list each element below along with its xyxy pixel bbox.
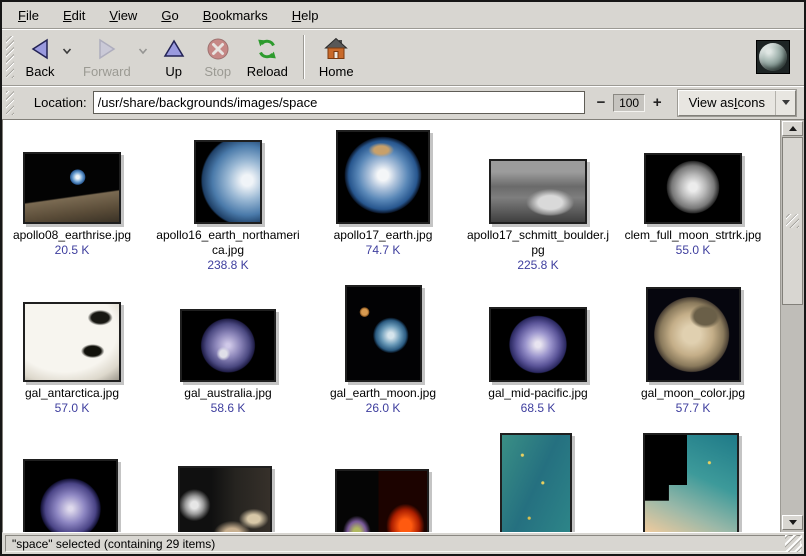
file-thumbnail [489,307,587,382]
menu-go[interactable]: Go [149,4,190,27]
stop-button[interactable]: Stop [196,33,240,82]
arrow-up-icon [789,126,797,131]
file-name: clem_full_moon_strtrk.jpg [625,228,762,243]
home-icon [324,36,348,62]
file-item-apollo08-earthrise[interactable]: apollo08_earthrise.jpg 20.5 K [3,124,149,258]
scroll-up-button[interactable] [782,121,803,136]
location-label: Location: [34,95,87,110]
scrollbar-thumb[interactable] [782,137,803,305]
toolbar: Back Forward Up [2,29,804,86]
file-thumbnail [23,302,121,382]
file-name: gal_earth_moon.jpg [330,386,436,401]
up-icon [162,36,186,62]
menu-bookmarks[interactable]: Bookmarks [191,4,280,27]
menu-file[interactable]: File [6,4,51,27]
file-thumbnail [194,140,262,224]
file-item-clem-full-moon[interactable]: clem_full_moon_strtrk.jpg 55.0 K [616,124,770,258]
location-bar: Location: − 100 + View as Icons [2,86,804,119]
back-history-dropdown[interactable] [62,47,72,55]
stop-icon [206,36,230,62]
back-button[interactable]: Back [18,33,62,82]
forward-button[interactable]: Forward [76,33,138,82]
toolbar-drag-handle[interactable] [6,36,14,78]
file-size: 26.0 K [366,401,401,416]
file-size: 57.7 K [676,401,711,416]
file-item-gal-australia[interactable]: gal_australia.jpg 58.6 K [151,280,305,416]
file-item-gal-antarctica[interactable]: gal_antarctica.jpg 57.0 K [3,280,149,416]
chevron-down-icon [782,100,790,105]
file-size: 68.5 K [521,401,556,416]
zoom-level-indicator: 100 [613,94,645,112]
back-icon [28,36,52,62]
file-name: gal_moon_color.jpg [641,386,745,401]
content-area: apollo08_earthrise.jpg 20.5 K apollo16_e… [2,119,804,533]
file-thumbnail [644,153,742,224]
file-size: 58.6 K [211,401,246,416]
menu-view[interactable]: View [97,4,149,27]
file-item-apollo17-earth[interactable]: apollo17_earth.jpg 74.7 K [306,124,460,258]
file-item-gal-mid-pacific[interactable]: gal_mid-pacific.jpg 68.5 K [461,280,615,416]
zoom-out-button[interactable]: − [593,94,610,111]
home-button[interactable]: Home [312,33,361,82]
zoom-in-button[interactable]: + [649,94,666,111]
file-thumbnail[interactable] [178,466,272,532]
forward-icon [95,36,119,62]
toolbar-separator [303,35,304,79]
scroll-down-button[interactable] [782,515,803,530]
reload-icon [255,36,279,62]
status-bar: "space" selected (containing 29 items) [2,533,804,554]
throbber [756,40,790,74]
file-size: 20.5 K [55,243,90,258]
menu-bar: File Edit View Go Bookmarks Help [2,2,804,29]
view-as-dropdown-arrow[interactable] [775,91,795,115]
file-thumbnail[interactable] [335,469,429,532]
file-size: 238.8 K [207,258,248,273]
arrow-down-icon [789,520,797,525]
file-item-gal-moon-color[interactable]: gal_moon_color.jpg 57.7 K [616,280,770,416]
file-thumbnail [345,285,422,382]
icon-view[interactable]: apollo08_earthrise.jpg 20.5 K apollo16_e… [3,120,780,532]
file-thumbnail[interactable] [23,459,118,532]
file-name: apollo17_earth.jpg [334,228,433,243]
forward-history-dropdown[interactable] [138,47,148,55]
file-size: 55.0 K [676,243,711,258]
file-size: 57.0 K [55,401,90,416]
file-size: 74.7 K [366,243,401,258]
file-thumbnail [180,309,276,382]
file-name: apollo16_earth_northamerica.jpg [154,228,302,258]
file-manager-window: File Edit View Go Bookmarks Help Back Fo… [0,0,806,556]
file-name: gal_antarctica.jpg [25,386,119,401]
file-name: gal_australia.jpg [184,386,271,401]
file-thumbnail[interactable] [643,433,739,532]
file-item-apollo17-schmitt-boulder[interactable]: apollo17_schmitt_boulder.jpg 225.8 K [461,124,615,273]
file-thumbnail[interactable] [500,433,572,532]
up-button[interactable]: Up [152,33,196,82]
file-thumbnail [336,130,430,224]
file-name: apollo08_earthrise.jpg [13,228,131,243]
location-input[interactable] [93,91,585,114]
locationbar-drag-handle[interactable] [6,91,14,115]
reload-button[interactable]: Reload [240,33,295,82]
menu-edit[interactable]: Edit [51,4,97,27]
file-thumbnail [646,287,741,382]
file-thumbnail [489,159,587,224]
file-item-gal-earth-moon[interactable]: gal_earth_moon.jpg 26.0 K [306,280,460,416]
file-thumbnail [23,152,121,224]
file-size: 225.8 K [517,258,558,273]
throbber-globe-icon [759,43,787,71]
file-name: apollo17_schmitt_boulder.jpg [464,228,612,258]
window-resize-grip[interactable] [785,535,802,552]
view-as-dropdown[interactable]: View as Icons [678,90,796,116]
status-text: "space" selected (containing 29 items) [12,537,215,551]
file-item-apollo16-earth-northamerica[interactable]: apollo16_earth_northamerica.jpg 238.8 K [151,124,305,273]
file-name: gal_mid-pacific.jpg [488,386,587,401]
vertical-scrollbar[interactable] [780,120,804,532]
menu-help[interactable]: Help [280,4,331,27]
